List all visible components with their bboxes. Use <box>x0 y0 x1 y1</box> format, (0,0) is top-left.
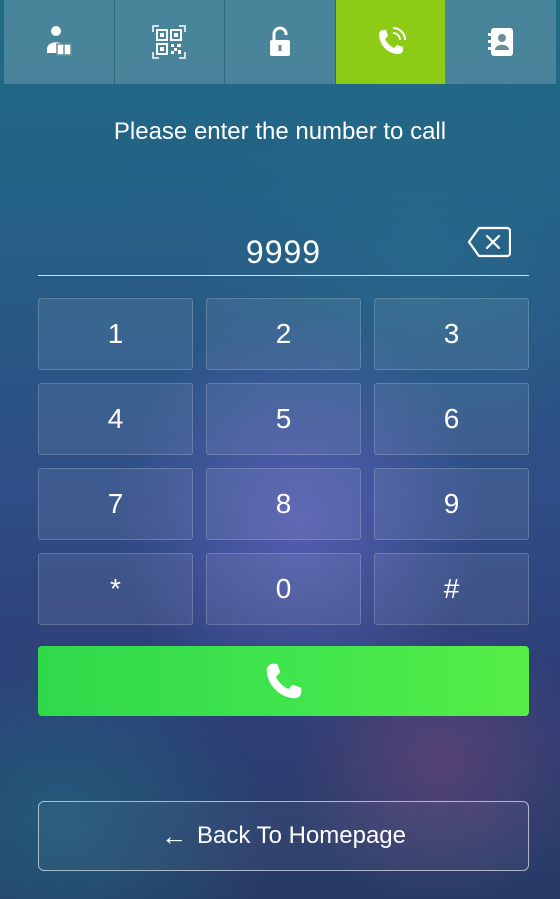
dialed-number: 9999 <box>245 234 322 270</box>
phone-ringing-icon <box>378 27 406 54</box>
arrow-left-icon: ← <box>160 820 187 851</box>
tab-call[interactable] <box>335 0 447 84</box>
back-button-label: Back To Homepage <box>196 822 406 849</box>
key-5[interactable]: 5 <box>206 383 361 455</box>
tab-qr-code[interactable] <box>114 0 226 84</box>
tab-delivery[interactable] <box>4 0 115 84</box>
key-2[interactable]: 2 <box>206 298 361 370</box>
dialer-screen: Please enter the number to call 9999 1 2… <box>0 0 560 899</box>
key-3[interactable]: 3 <box>374 298 529 370</box>
top-tab-bar <box>4 0 556 84</box>
key-4[interactable]: 4 <box>38 383 193 455</box>
key-8[interactable]: 8 <box>206 468 361 540</box>
tab-unlock[interactable] <box>225 0 336 84</box>
delivery-person-icon <box>46 26 72 56</box>
backspace-icon[interactable] <box>467 226 511 258</box>
back-to-homepage-button[interactable]: ← Back To Homepage <box>38 801 529 871</box>
key-1[interactable]: 1 <box>38 298 193 370</box>
qr-code-icon <box>152 25 187 59</box>
key-9[interactable]: 9 <box>374 468 529 540</box>
key-0[interactable]: 0 <box>206 553 361 625</box>
call-prompt: Please enter the number to call <box>113 118 447 145</box>
contacts-icon <box>488 28 514 56</box>
call-button[interactable] <box>38 646 529 716</box>
number-display: 9999 <box>38 222 529 276</box>
key-hash[interactable]: # <box>374 553 529 625</box>
phone-icon <box>266 663 301 699</box>
tab-contacts[interactable] <box>446 0 556 84</box>
key-star[interactable]: * <box>38 553 193 625</box>
key-7[interactable]: 7 <box>38 468 193 540</box>
unlock-icon <box>269 26 290 56</box>
key-6[interactable]: 6 <box>374 383 529 455</box>
